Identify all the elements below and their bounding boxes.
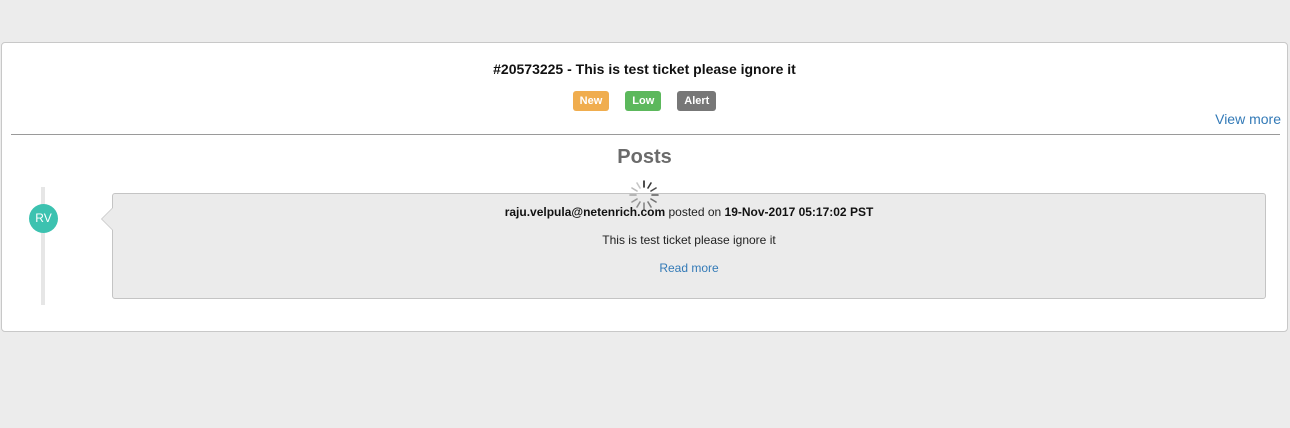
view-more-link[interactable]: View more [1215, 111, 1281, 127]
post-body: This is test ticket please ignore it [602, 233, 776, 247]
posts-heading: Posts [617, 146, 672, 168]
post-timestamp: 19-Nov-2017 05:17:02 PST [724, 205, 874, 219]
avatar: RV [29, 204, 58, 233]
read-more-link[interactable]: Read more [113, 261, 1265, 275]
divider [11, 134, 1280, 135]
type-badge-alert: Alert [677, 91, 717, 111]
spinner-icon [629, 180, 659, 210]
posted-on-text: posted on [668, 205, 722, 219]
priority-badge-low: Low [625, 91, 662, 111]
page: #20573225 - This is test ticket please i… [0, 0, 1290, 428]
status-badge-new: New [572, 91, 610, 111]
ticket-title: #20573225 - This is test ticket please i… [493, 61, 796, 77]
post-item: raju.velpula@netenrich.com posted on 19-… [101, 193, 1266, 299]
post-meta: raju.velpula@netenrich.com posted on 19-… [113, 205, 1265, 219]
ticket-badges: New Low Alert [2, 91, 1287, 111]
